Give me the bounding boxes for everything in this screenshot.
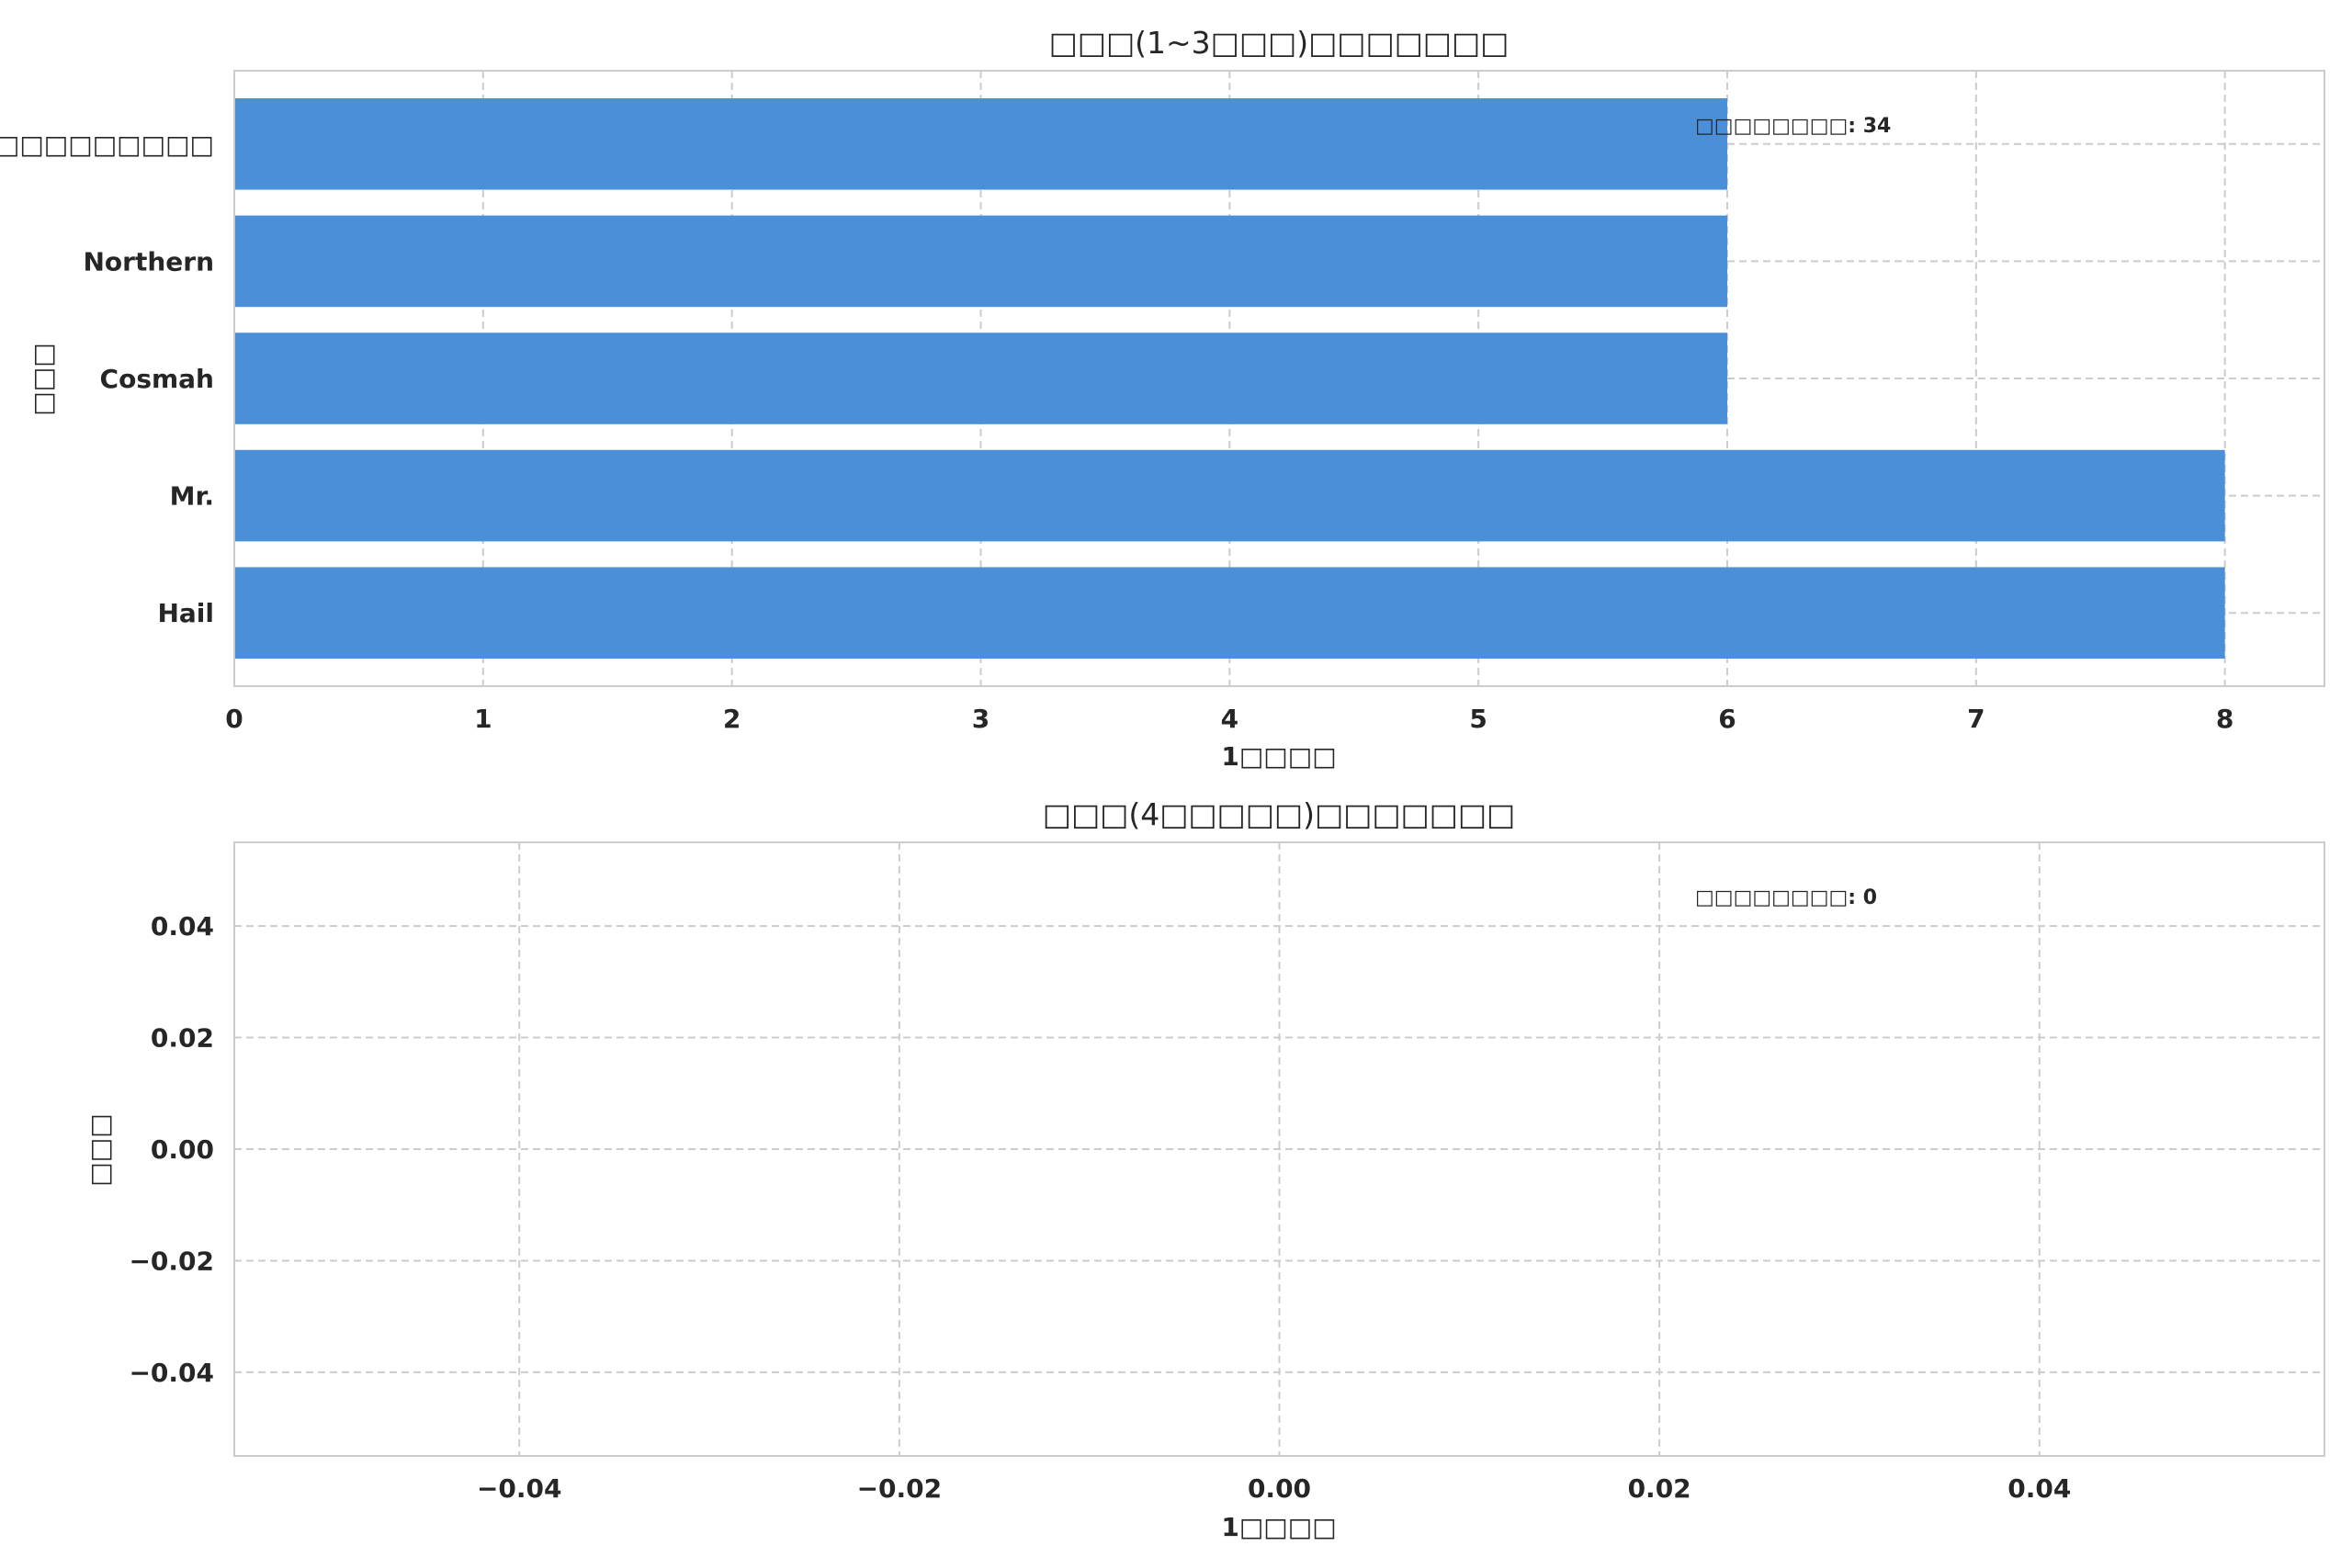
bottom-chart-x-tick-label: 0.02: [1628, 1473, 1691, 1504]
bottom-chart-x-tick-label: 0.00: [1248, 1473, 1311, 1504]
top-chart-category-label: Cosmah: [100, 364, 214, 394]
bottom-chart-x-tick-label: −0.04: [477, 1473, 562, 1504]
bottom-chart-y-tick-label: 0.02: [151, 1023, 214, 1054]
bottom-chart-y-tick-label: −0.02: [129, 1246, 214, 1276]
top-chart-x-tick-label: 2: [723, 704, 741, 734]
top-chart-title: □□□(1~3□□□)□□□□□□□: [1049, 25, 1510, 61]
bottom-chart-x-tick-label: 0.04: [2007, 1473, 2071, 1504]
bottom-chart-x-axis-label: 1□□□□: [1221, 1512, 1336, 1542]
bottom-chart-total-annotation: □□□□□□□□: 0: [1695, 886, 1877, 909]
top-chart-x-tick-label: 5: [1469, 704, 1487, 734]
chart-figure: 012345678 HailMr.CosmahNorthern□□□□□□□□□…: [0, 0, 2352, 1568]
bar: [234, 567, 2225, 660]
top-chart-total-annotation: □□□□□□□□: 34: [1695, 115, 1891, 138]
bar: [234, 449, 2225, 542]
top-chart-x-tick-label: 3: [972, 704, 989, 734]
top-chart-y-axis-label: □□□: [28, 343, 58, 415]
bottom-chart-y-axis-label: □□□: [85, 1113, 115, 1186]
bottom-chart-x-tick-label: −0.02: [857, 1473, 943, 1504]
top-chart-x-tick-label: 1: [474, 704, 492, 734]
top-chart-category-label: Hail: [157, 598, 214, 628]
bottom-chart-y-tick-label: 0.00: [151, 1134, 214, 1165]
bottom-chart-y-tick-label: −0.04: [129, 1358, 214, 1388]
top-chart-x-axis-label: 1□□□□: [1221, 741, 1336, 772]
top-chart-category-label: □□□□□□□□□: [0, 130, 214, 160]
bottom-chart-y-tick-label: 0.04: [151, 911, 214, 942]
top-chart-x-tick-label: 6: [1718, 704, 1736, 734]
bar: [234, 97, 1727, 190]
top-chart-category-label: Mr.: [170, 481, 214, 512]
top-chart-category-label: Northern: [83, 246, 214, 276]
top-chart-x-tick-label: 7: [1967, 704, 1984, 734]
top-chart-x-tick-label: 8: [2216, 704, 2233, 734]
bar: [234, 215, 1727, 308]
top-chart-x-tick-label: 0: [225, 704, 243, 734]
bottom-chart-title: □□□(4□□□□□)□□□□□□□: [1043, 796, 1515, 832]
bar: [234, 333, 1727, 424]
top-chart-x-tick-label: 4: [1221, 704, 1238, 734]
